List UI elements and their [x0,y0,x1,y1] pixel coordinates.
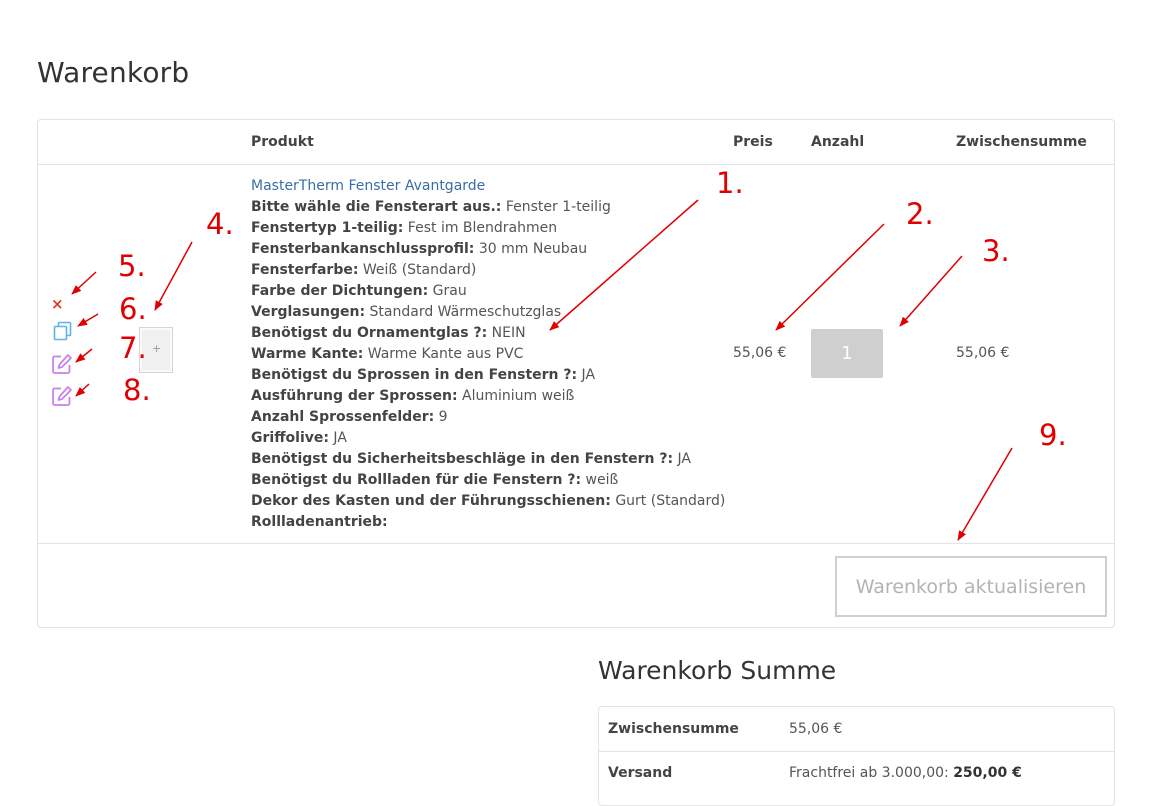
edit-item-secondary-icon[interactable] [51,385,73,411]
annotation-label-1: 1. [716,166,744,200]
attribute-value: Grau [428,283,467,299]
attribute-value: Aluminium weiß [457,388,575,404]
attribute-key: Warme Kante: [251,346,364,362]
shipping-description: Frachtfrei ab 3.000,00: [789,765,954,781]
shipping-amount: 250,00 € [953,765,1022,781]
product-attribute: Benötigst du Ornamentglas ?: NEIN [251,323,721,344]
column-header-subtotal: Zwischensumme [956,134,1087,150]
attribute-key: Fenstertyp 1-teilig: [251,220,404,236]
annotation-label-6: 6. [119,292,147,326]
totals-label: Zwischensumme [608,721,739,737]
attribute-value: Fest im Blendrahmen [403,220,558,236]
edit-item-icon[interactable] [51,353,73,379]
copy-item-icon[interactable] [53,321,73,345]
attribute-value: JA [577,367,596,383]
plus-icon: + [152,342,162,355]
product-attribute: Anzahl Sprossenfelder: 9 [251,407,721,428]
attribute-key: Griffolive: [251,430,329,446]
cart-table-header: Produkt Preis Anzahl Zwischensumme [38,120,1114,165]
annotation-label-4: 4. [206,207,234,241]
item-price: 55,06 € [733,345,787,361]
column-header-quantity: Anzahl [811,134,865,150]
product-attributes: Bitte wähle die Fensterart aus.: Fenster… [251,197,725,533]
attribute-value: Warme Kante aus PVC [363,346,524,362]
remove-item-icon[interactable]: × [51,296,64,312]
attribute-key: Verglasungen: [251,304,366,320]
product-attribute: Benötigst du Sicherheitsbeschläge in den… [251,449,721,470]
quantity-input[interactable] [811,329,883,378]
product-name-link[interactable]: MasterTherm Fenster Avantgarde [251,176,721,197]
totals-label: Versand [608,765,673,781]
product-attribute: Griffolive: JA [251,428,721,449]
product-attribute: Ausführung der Sprossen: Aluminium weiß [251,386,721,407]
annotation-label-2: 2. [906,197,934,231]
attribute-value: weiß [581,472,619,488]
annotation-label-3: 3. [982,234,1010,268]
totals-value: 55,06 € [789,721,843,737]
product-attribute: Dekor des Kasten und der Führungsschiene… [251,491,725,512]
totals-value: Frachtfrei ab 3.000,00: 250,00 € [789,765,1022,781]
page-title: Warenkorb [37,56,190,89]
attribute-value: 30 mm Neubau [474,241,588,257]
cart-table: Produkt Preis Anzahl Zwischensumme × + M… [37,119,1115,628]
cart-totals-table: Zwischensumme 55,06 € Versand Frachtfrei… [598,706,1115,806]
annotation-label-5: 5. [118,249,146,283]
attribute-key: Fensterfarbe: [251,262,359,278]
product-details: MasterTherm Fenster Avantgarde Bitte wäh… [251,176,725,533]
attribute-value: Gurt (Standard) [610,493,726,509]
attribute-key: Fensterbankanschlussprofil: [251,241,475,257]
attribute-value: Fenster 1-teilig [501,199,611,215]
attribute-value: 9 [434,409,448,425]
totals-row-subtotal: Zwischensumme 55,06 € [599,707,1114,752]
update-cart-button[interactable]: Warenkorb aktualisieren [835,556,1107,617]
column-header-price: Preis [733,134,773,150]
attribute-key: Anzahl Sprossenfelder: [251,409,435,425]
item-subtotal: 55,06 € [956,345,1010,361]
attribute-key: Bitte wähle die Fensterart aus.: [251,199,502,215]
attribute-key: Benötigst du Ornamentglas ?: [251,325,488,341]
annotation-label-9: 9. [1039,418,1067,452]
attribute-value: JA [328,430,347,446]
attribute-value: NEIN [487,325,526,341]
product-attribute: Benötigst du Sprossen in den Fenstern ?:… [251,365,721,386]
attribute-key: Dekor des Kasten und der Führungsschiene… [251,493,611,509]
product-attribute: Farbe der Dichtungen: Grau [251,281,721,302]
attribute-key: Benötigst du Sprossen in den Fenstern ?: [251,367,578,383]
product-attribute: Warme Kante: Warme Kante aus PVC [251,344,721,365]
attribute-value: JA [673,451,691,467]
divider [38,543,1114,544]
product-attribute: Benötigst du Rollladen für die Fenstern … [251,470,721,491]
attribute-value: Standard Wärmeschutzglas [365,304,562,320]
product-attribute: Fensterfarbe: Weiß (Standard) [251,260,721,281]
product-attribute: Rollladenantrieb: [251,512,721,533]
annotation-label-7: 7. [119,331,147,365]
totals-row-shipping: Versand Frachtfrei ab 3.000,00: 250,00 € [599,751,1114,795]
column-header-product: Produkt [251,134,314,150]
cart-totals-title: Warenkorb Summe [598,656,837,685]
attribute-key: Benötigst du Sicherheitsbeschläge in den… [251,451,674,467]
attribute-key: Rollladenantrieb: [251,514,388,530]
annotation-label-8: 8. [123,373,151,407]
product-attribute: Bitte wähle die Fensterart aus.: Fenster… [251,197,721,218]
attribute-key: Benötigst du Rollladen für die Fenstern … [251,472,582,488]
product-attribute: Verglasungen: Standard Wärmeschutzglas [251,302,721,323]
attribute-value: Weiß (Standard) [358,262,477,278]
attribute-key: Ausführung der Sprossen: [251,388,458,404]
product-attribute: Fensterbankanschlussprofil: 30 mm Neubau [251,239,721,260]
attribute-key: Farbe der Dichtungen: [251,283,429,299]
product-attribute: Fenstertyp 1-teilig: Fest im Blendrahmen [251,218,721,239]
